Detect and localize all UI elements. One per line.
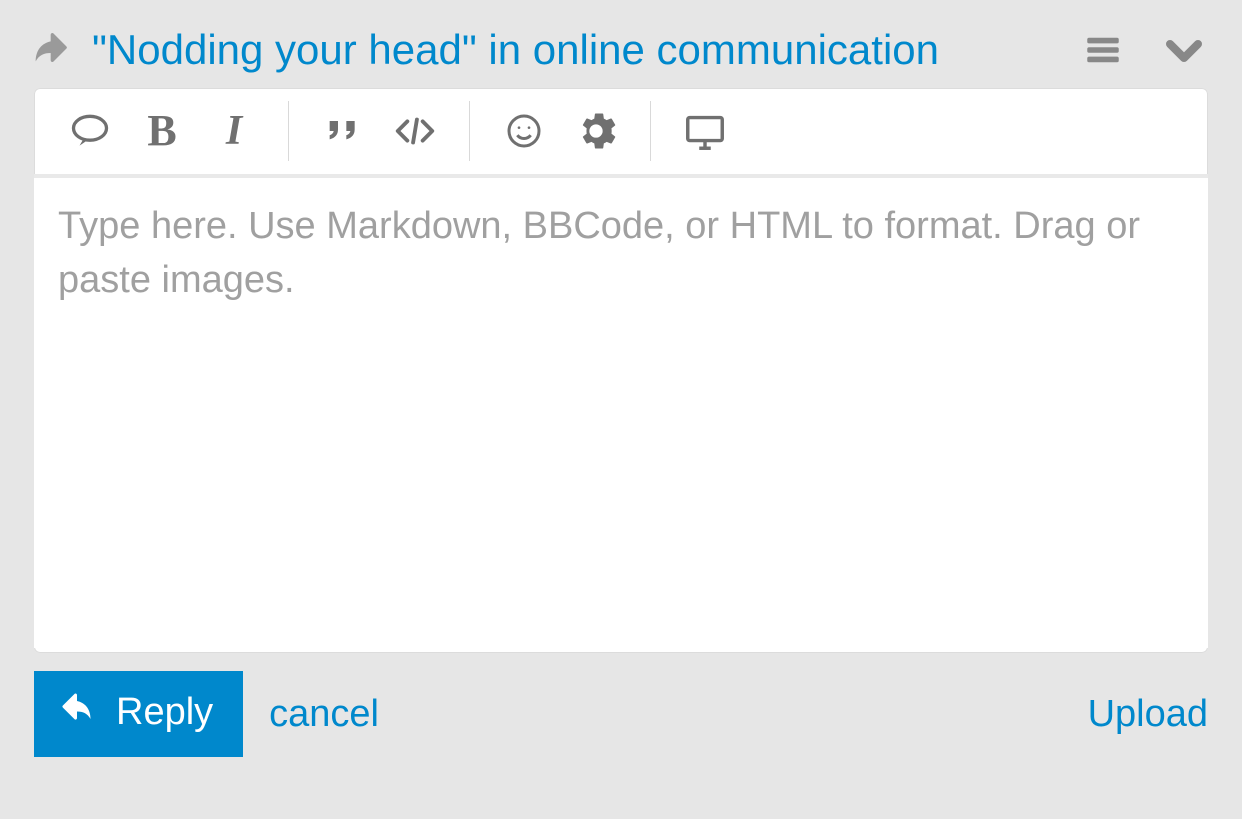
gear-icon bbox=[576, 111, 616, 151]
header-right bbox=[1082, 26, 1208, 74]
bold-button[interactable]: B bbox=[126, 101, 198, 161]
reply-button-label: Reply bbox=[116, 691, 213, 734]
reply-arrow-icon bbox=[34, 28, 74, 73]
toolbar-separator bbox=[288, 101, 289, 161]
chevron-down-icon[interactable] bbox=[1160, 26, 1208, 74]
speech-bubble-icon[interactable] bbox=[54, 101, 126, 161]
reply-button[interactable]: Reply bbox=[34, 671, 243, 757]
header-left: "Nodding your head" in online communicat… bbox=[34, 26, 1062, 74]
reply-textarea[interactable] bbox=[34, 178, 1208, 648]
code-icon bbox=[392, 108, 438, 154]
menu-icon[interactable] bbox=[1082, 29, 1124, 71]
quote-button[interactable] bbox=[307, 101, 379, 161]
options-button[interactable] bbox=[560, 101, 632, 161]
reply-composer: "Nodding your head" in online communicat… bbox=[0, 0, 1242, 791]
preview-button[interactable] bbox=[669, 101, 741, 161]
smile-icon bbox=[504, 111, 544, 151]
editor-toolbar: B I bbox=[34, 88, 1208, 178]
toolbar-separator bbox=[469, 101, 470, 161]
emoji-button[interactable] bbox=[488, 101, 560, 161]
topic-title-link[interactable]: "Nodding your head" in online communicat… bbox=[92, 26, 939, 74]
toolbar-separator bbox=[650, 101, 651, 161]
monitor-icon bbox=[682, 108, 728, 154]
cancel-link[interactable]: cancel bbox=[269, 693, 379, 736]
italic-icon: I bbox=[226, 110, 242, 152]
reply-icon bbox=[62, 689, 98, 735]
upload-link[interactable]: Upload bbox=[1088, 693, 1208, 736]
composer-footer: Reply cancel Upload bbox=[34, 671, 1208, 757]
editor-panel: B I bbox=[34, 88, 1208, 653]
quote-icon bbox=[323, 111, 363, 151]
code-button[interactable] bbox=[379, 101, 451, 161]
composer-header: "Nodding your head" in online communicat… bbox=[34, 26, 1208, 74]
italic-button[interactable]: I bbox=[198, 101, 270, 161]
bold-icon: B bbox=[147, 109, 176, 153]
